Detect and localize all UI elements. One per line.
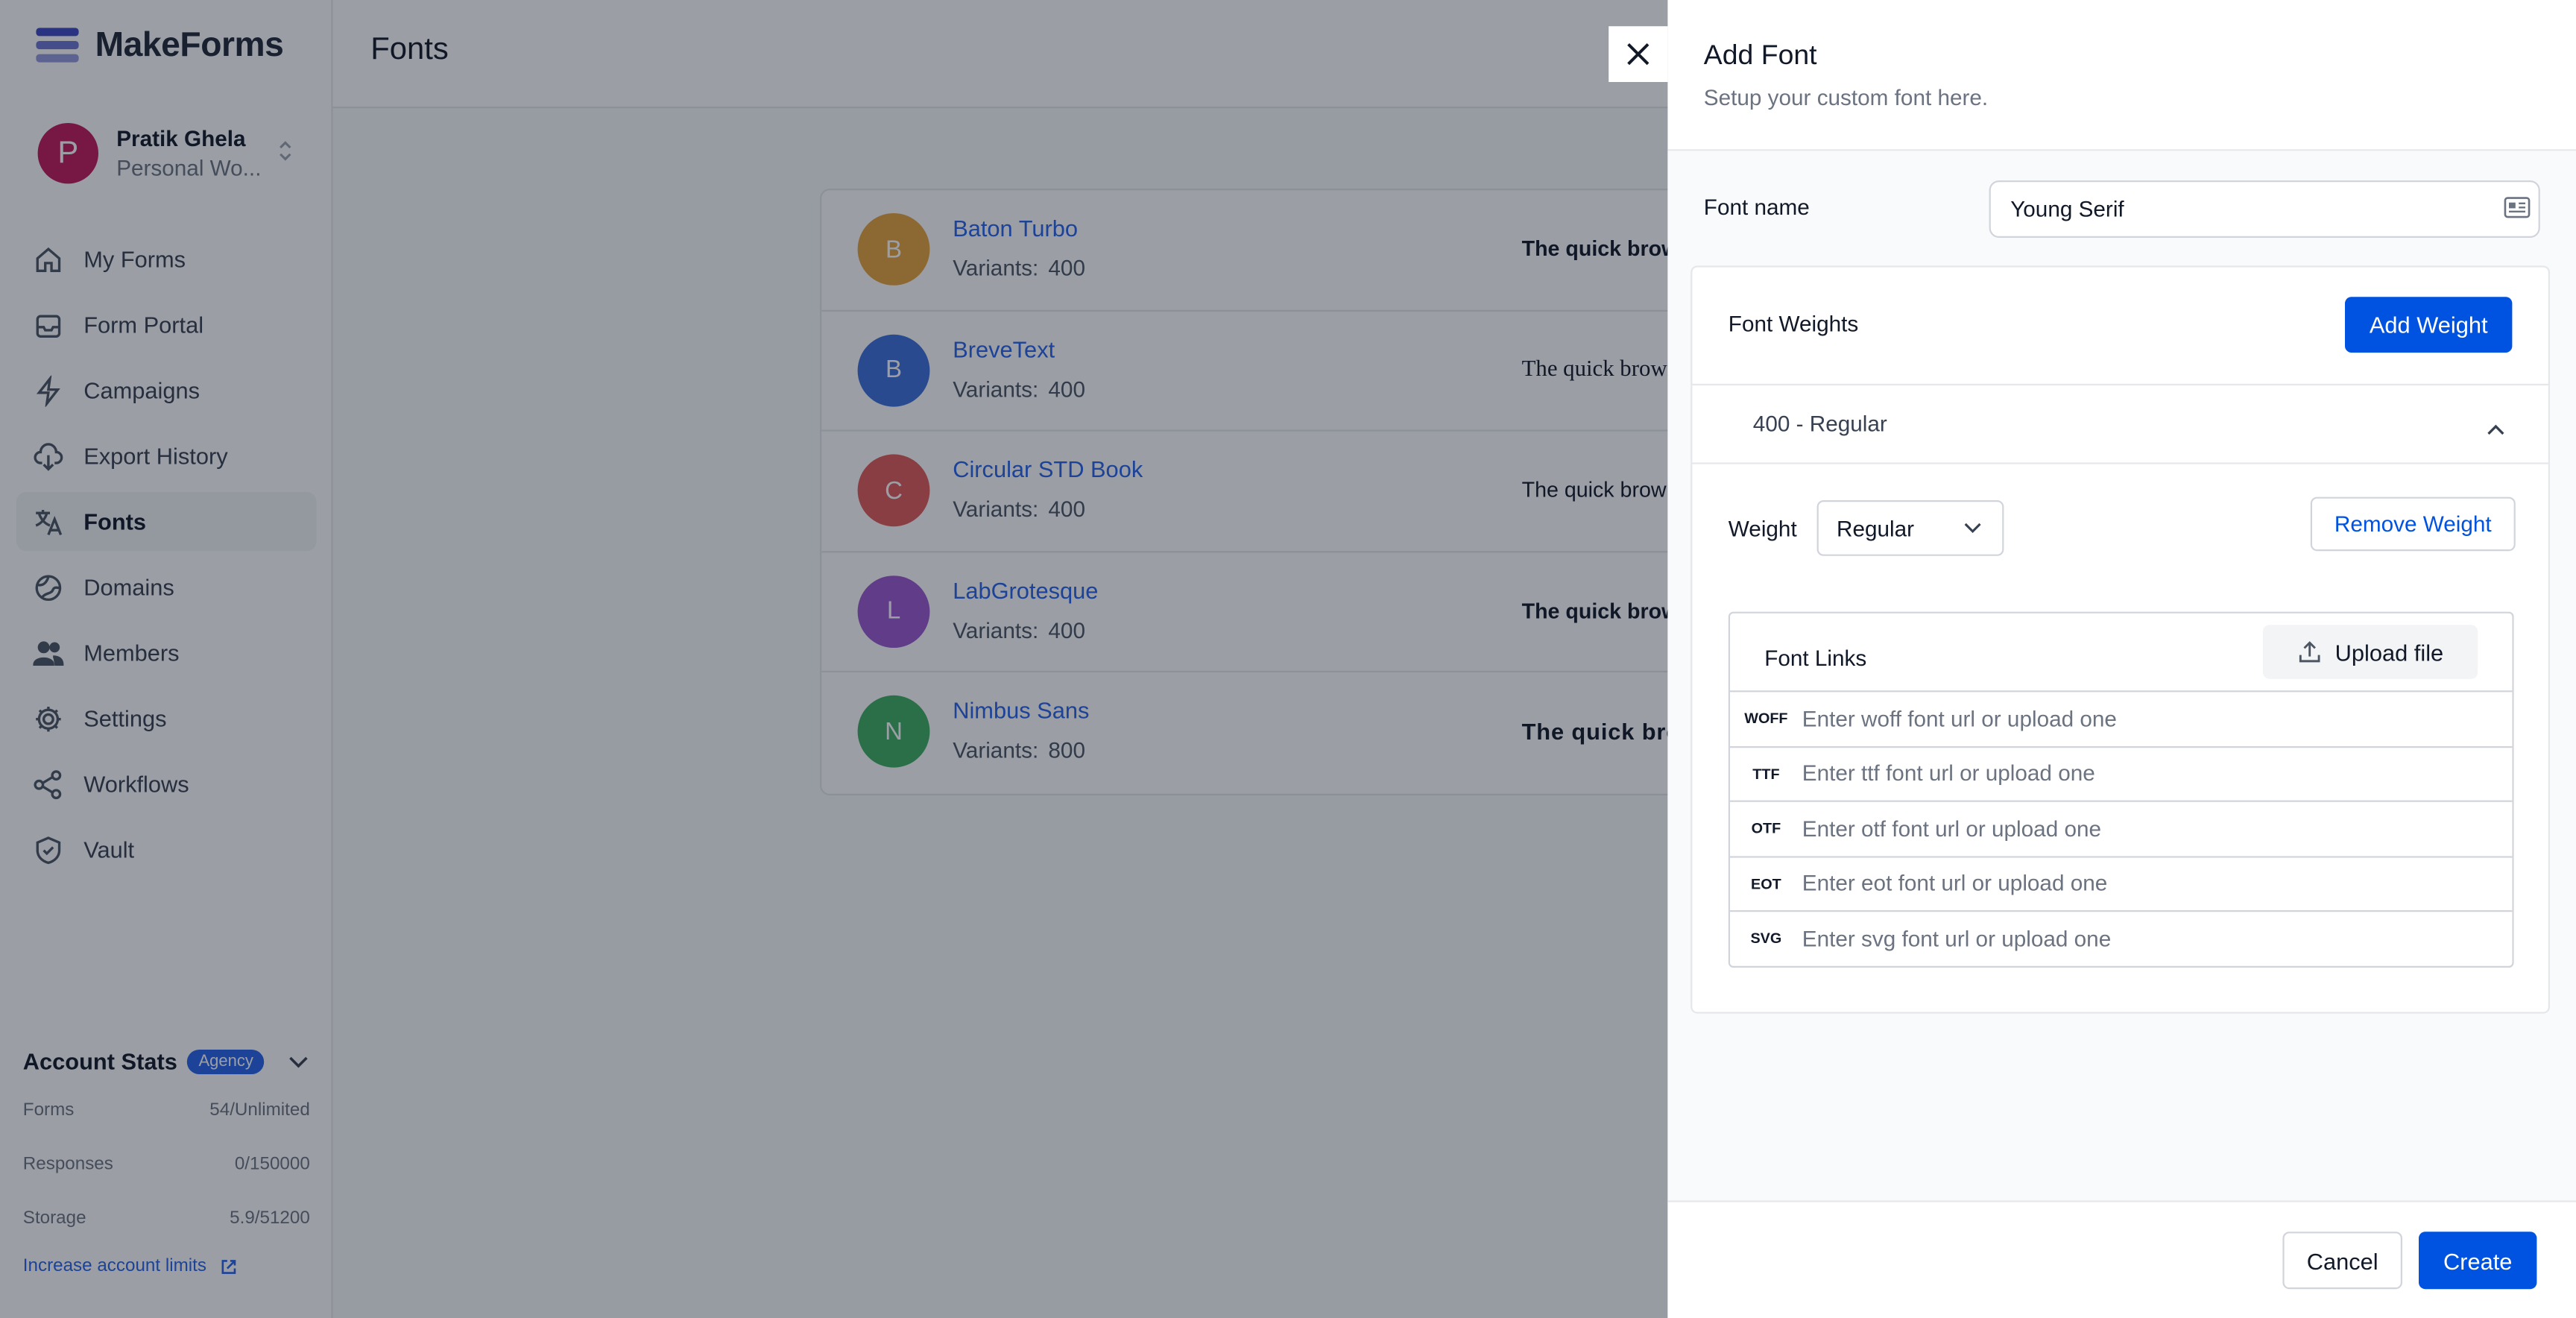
- ttf-url-input[interactable]: [1802, 747, 2511, 800]
- weight-row: Weight Regular Remove Weight: [1728, 496, 2516, 556]
- font-links-header: Font Links Upload file: [1730, 614, 2513, 693]
- format-tag: WOFF: [1744, 710, 1788, 727]
- font-link-row-svg: SVG: [1730, 912, 2512, 968]
- chevron-down-icon: [1964, 523, 1981, 533]
- weight-label: Weight: [1728, 517, 1797, 541]
- font-link-row-ttf: TTF: [1730, 747, 2513, 803]
- font-weights-title: Font Weights: [1728, 312, 1859, 336]
- create-button[interactable]: Create: [2419, 1232, 2537, 1290]
- font-name-label: Font name: [1703, 195, 1810, 220]
- add-font-drawer: Add Font Setup your custom font here. Fo…: [1667, 0, 2576, 1318]
- font-link-row-eot: EOT: [1730, 857, 2513, 913]
- drawer-header: Add Font Setup your custom font here.: [1667, 0, 2576, 151]
- svg-url-input[interactable]: [1802, 912, 2511, 965]
- drawer-body: Font name Font Weights Add Weight 400 - …: [1667, 151, 2576, 1201]
- upload-file-label: Upload file: [2334, 638, 2444, 666]
- format-tag: TTF: [1752, 765, 1780, 782]
- otf-url-input[interactable]: [1802, 802, 2511, 855]
- format-tag: OTF: [1751, 820, 1781, 837]
- drawer-footer: Cancel Create: [1667, 1200, 2576, 1318]
- font-link-row-otf: OTF: [1730, 802, 2513, 858]
- remove-weight-button[interactable]: Remove Weight: [2310, 496, 2516, 552]
- drawer-subtitle: Setup your custom font here.: [1703, 85, 1989, 110]
- upload-file-button[interactable]: Upload file: [2263, 625, 2478, 679]
- format-tag: SVG: [1750, 930, 1782, 947]
- chevron-up-icon: [2486, 415, 2505, 445]
- font-weights-card: Font Weights Add Weight 400 - Regular We…: [1690, 265, 2550, 1014]
- contact-card-icon: [2504, 197, 2531, 227]
- font-link-row-woff: WOFF: [1730, 692, 2513, 748]
- format-tag: EOT: [1751, 875, 1781, 892]
- eot-url-input[interactable]: [1802, 857, 2511, 910]
- upload-icon: [2299, 641, 2320, 663]
- cancel-button[interactable]: Cancel: [2282, 1232, 2402, 1290]
- add-weight-button[interactable]: Add Weight: [2345, 297, 2513, 353]
- font-name-input[interactable]: [1989, 180, 2540, 238]
- font-links-title: Font Links: [1764, 646, 1867, 671]
- weight-accordion-title: 400 - Regular: [1752, 412, 1887, 437]
- close-icon: [1627, 42, 1650, 66]
- weight-accordion-header[interactable]: 400 - Regular: [1692, 385, 2548, 464]
- font-name-row: Font name: [1703, 180, 2540, 238]
- weight-select-value: Regular: [1837, 515, 1915, 540]
- woff-url-input[interactable]: [1802, 692, 2511, 745]
- drawer-title: Add Font: [1703, 39, 1817, 71]
- font-weights-header: Font Weights Add Weight: [1692, 268, 2548, 385]
- weight-select[interactable]: Regular: [1816, 500, 2004, 556]
- font-links-box: Font Links Upload file WOFF TTF: [1728, 611, 2514, 968]
- close-button[interactable]: [1609, 26, 1668, 83]
